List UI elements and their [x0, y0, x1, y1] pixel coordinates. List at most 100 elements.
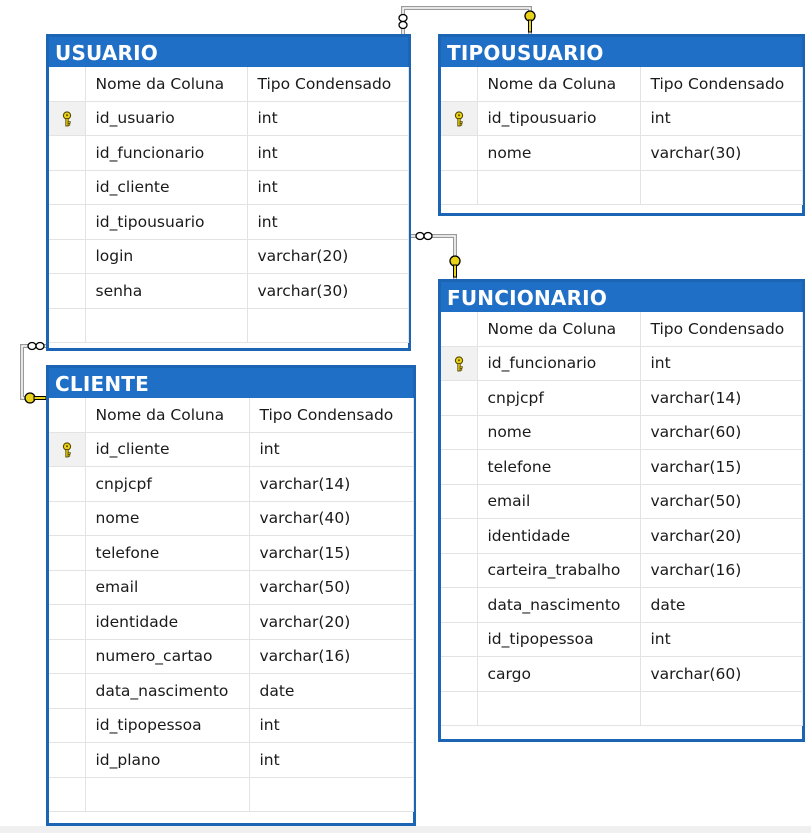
column-name[interactable]: id_tipousuario	[85, 204, 248, 240]
column-name[interactable]: cnpjcpf	[477, 380, 641, 416]
column-type[interactable]: varchar(20)	[247, 239, 409, 274]
column-name[interactable]: data_nascimento	[477, 587, 641, 623]
row-selector[interactable]	[49, 708, 86, 743]
table-row[interactable]: email varchar(50)	[49, 570, 414, 605]
empty-cell[interactable]	[640, 691, 803, 726]
column-name[interactable]: id_tipousuario	[477, 101, 641, 136]
column-type[interactable]: date	[249, 673, 414, 709]
column-type[interactable]: int	[247, 135, 409, 171]
table-row[interactable]: nome varchar(40)	[49, 501, 414, 536]
row-selector[interactable]	[49, 501, 86, 536]
column-type[interactable]: int	[640, 346, 803, 381]
row-selector[interactable]	[49, 273, 86, 309]
column-name[interactable]: cnpjcpf	[85, 466, 250, 502]
table-row[interactable]: nome varchar(60)	[441, 415, 803, 450]
row-selector[interactable]	[441, 553, 478, 588]
column-type[interactable]: varchar(14)	[640, 380, 803, 416]
column-type[interactable]: int	[249, 432, 414, 467]
column-header-name[interactable]: Nome da Coluna	[85, 398, 250, 433]
column-type[interactable]: int	[247, 101, 409, 136]
row-selector[interactable]	[441, 135, 478, 171]
column-type[interactable]: varchar(20)	[249, 604, 414, 640]
row-selector[interactable]	[49, 639, 86, 674]
empty-cell[interactable]	[85, 308, 248, 343]
table-row[interactable]: nome varchar(30)	[441, 135, 803, 171]
row-selector[interactable]	[49, 673, 86, 709]
column-name[interactable]: email	[85, 570, 250, 605]
row-selector[interactable]	[49, 535, 86, 571]
table-row[interactable]: id_tipousuario int	[49, 204, 409, 240]
column-name[interactable]: nome	[477, 135, 641, 171]
column-name[interactable]: cargo	[477, 656, 641, 692]
empty-cell[interactable]	[477, 170, 641, 205]
empty-row[interactable]	[441, 170, 803, 205]
row-selector[interactable]	[441, 449, 478, 485]
table-row[interactable]: id_plano int	[49, 742, 414, 778]
column-name[interactable]: identidade	[85, 604, 250, 640]
row-selector[interactable]	[441, 484, 478, 519]
column-type[interactable]: varchar(16)	[249, 639, 414, 674]
column-header-name[interactable]: Nome da Coluna	[477, 67, 641, 102]
row-selector[interactable]	[441, 656, 478, 692]
table-row[interactable]: senha varchar(30)	[49, 273, 409, 309]
empty-cell[interactable]	[85, 777, 250, 812]
column-header-name[interactable]: Nome da Coluna	[477, 312, 641, 347]
table-row[interactable]: id_cliente int	[49, 170, 409, 205]
column-name[interactable]: data_nascimento	[85, 673, 250, 709]
table-funcionario[interactable]: FUNCIONARIO Nome da Coluna Tipo Condensad…	[438, 279, 805, 742]
table-row[interactable]: cnpjcpf varchar(14)	[441, 380, 803, 416]
column-name[interactable]: carteira_trabalho	[477, 553, 641, 588]
row-selector[interactable]	[49, 432, 86, 467]
row-selector[interactable]	[441, 380, 478, 416]
table-usuario[interactable]: USUARIO Nome da Coluna Tipo Condensado id_…	[46, 34, 411, 351]
row-selector[interactable]	[441, 415, 478, 450]
column-header-type[interactable]: Tipo Condensado	[640, 312, 803, 347]
empty-cell[interactable]	[640, 170, 803, 205]
column-type[interactable]: varchar(40)	[249, 501, 414, 536]
table-row[interactable]: cargo varchar(60)	[441, 656, 803, 692]
row-selector[interactable]	[441, 587, 478, 623]
table-row[interactable]: id_cliente int	[49, 432, 414, 467]
column-type[interactable]: varchar(15)	[640, 449, 803, 485]
row-selector[interactable]	[49, 101, 86, 136]
column-name[interactable]: identidade	[477, 518, 641, 554]
column-type[interactable]: int	[640, 101, 803, 136]
empty-cell[interactable]	[249, 777, 414, 812]
row-selector[interactable]	[49, 466, 86, 502]
column-header-name[interactable]: Nome da Coluna	[85, 67, 248, 102]
row-selector[interactable]	[441, 346, 478, 381]
table-row[interactable]: id_tipousuario int	[441, 101, 803, 136]
table-row[interactable]: email varchar(50)	[441, 484, 803, 519]
column-name[interactable]: id_usuario	[85, 101, 248, 136]
table-tipousuario[interactable]: TIPOUSUARIO Nome da Coluna Tipo Condensad…	[438, 34, 805, 216]
column-name[interactable]: id_funcionario	[477, 346, 641, 381]
column-type[interactable]: varchar(20)	[640, 518, 803, 554]
table-row[interactable]: login varchar(20)	[49, 239, 409, 274]
row-selector[interactable]	[441, 518, 478, 554]
column-type[interactable]: varchar(30)	[247, 273, 409, 309]
column-name[interactable]: numero_cartao	[85, 639, 250, 674]
column-type[interactable]: varchar(14)	[249, 466, 414, 502]
row-selector[interactable]	[49, 570, 86, 605]
table-row[interactable]: id_usuario int	[49, 101, 409, 136]
column-name[interactable]: telefone	[477, 449, 641, 485]
table-row[interactable]: cnpjcpf varchar(14)	[49, 466, 414, 502]
column-header-type[interactable]: Tipo Condensado	[247, 67, 409, 102]
rel-usuario-funcionario[interactable]	[411, 231, 461, 280]
column-name[interactable]: nome	[85, 501, 250, 536]
table-row[interactable]: numero_cartao varchar(16)	[49, 639, 414, 674]
column-type[interactable]: varchar(60)	[640, 656, 803, 692]
column-type[interactable]: int	[247, 170, 409, 205]
rel-usuario-cliente[interactable]	[20, 341, 47, 404]
column-name[interactable]: telefone	[85, 535, 250, 571]
column-header-type[interactable]: Tipo Condensado	[640, 67, 803, 102]
column-name[interactable]: email	[477, 484, 641, 519]
rel-usuario-tipousuario[interactable]	[398, 6, 536, 34]
empty-row[interactable]	[49, 777, 414, 812]
table-row[interactable]: identidade varchar(20)	[441, 518, 803, 554]
column-name[interactable]: nome	[477, 415, 641, 450]
column-name[interactable]: id_funcionario	[85, 135, 248, 171]
row-selector[interactable]	[49, 604, 86, 640]
column-type[interactable]: int	[249, 742, 414, 778]
table-row[interactable]: telefone varchar(15)	[49, 535, 414, 571]
